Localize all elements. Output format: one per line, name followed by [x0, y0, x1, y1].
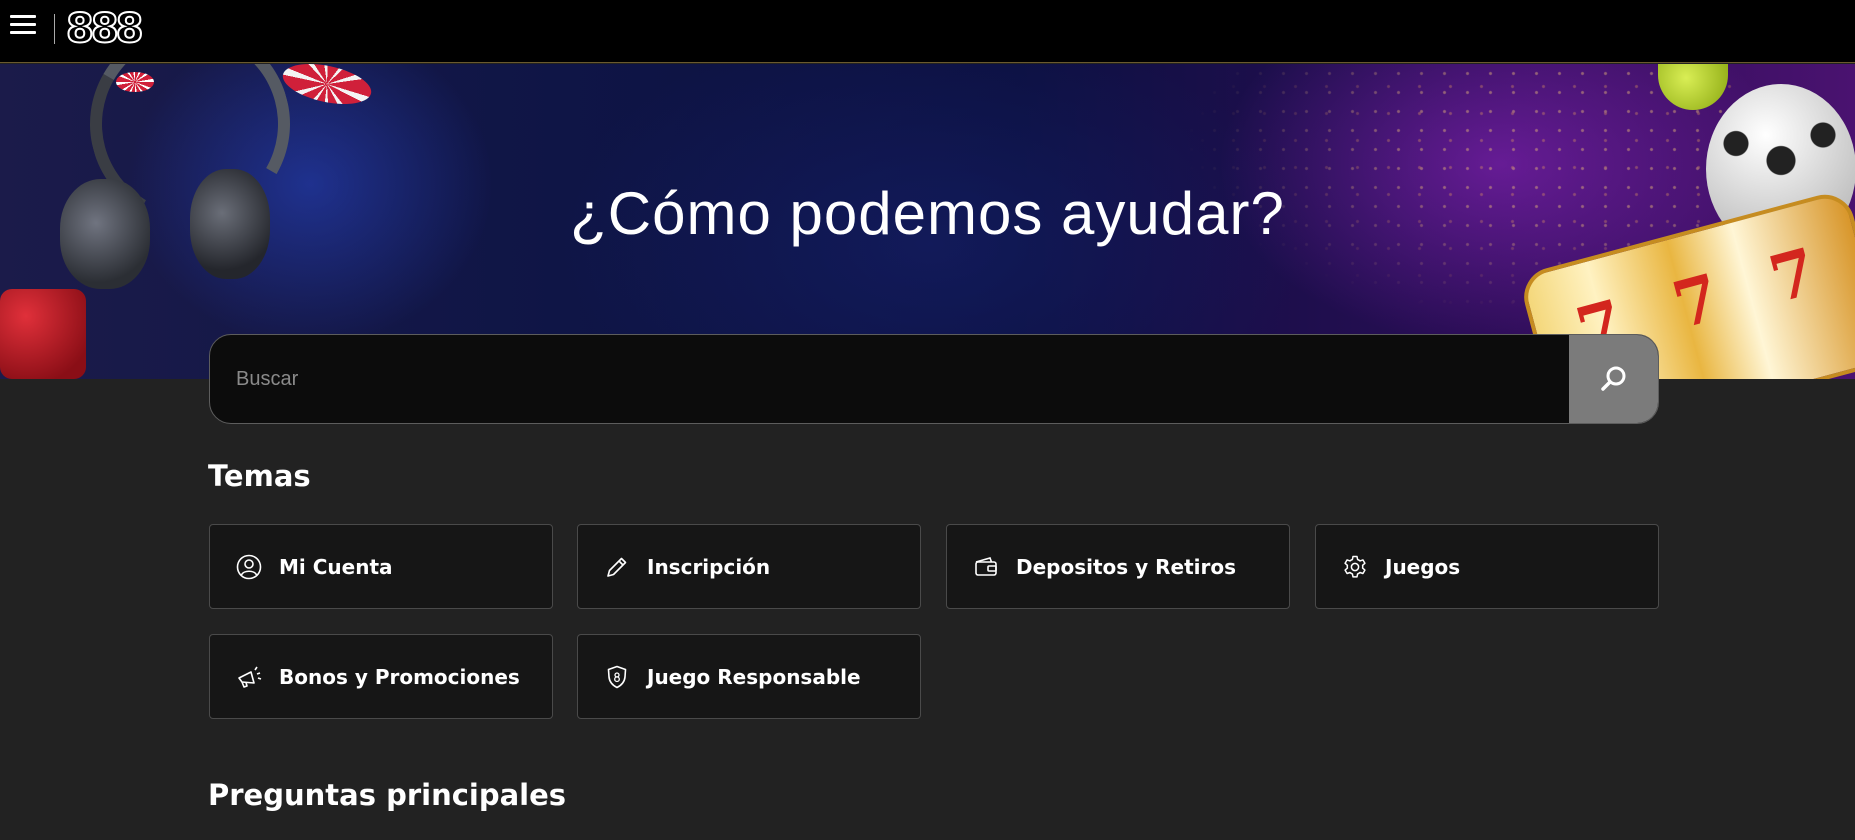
- topic-card-juegos[interactable]: Juegos: [1315, 524, 1659, 609]
- search-icon: [1600, 366, 1625, 391]
- slot-seven-symbol: 7: [1665, 260, 1728, 345]
- wallet-icon: [973, 554, 999, 580]
- casino-chip-decoration: [279, 64, 375, 111]
- search-bar: [209, 334, 1659, 424]
- topic-card-inscripcion[interactable]: Inscripción: [577, 524, 921, 609]
- topic-label: Depositos y Retiros: [1016, 555, 1237, 579]
- user-icon: [236, 554, 262, 580]
- shield-icon: [604, 664, 630, 690]
- hero-title: ¿Cómo podemos ayudar?: [570, 180, 1285, 247]
- topbar-divider: [54, 14, 55, 44]
- topic-card-juego-responsable[interactable]: Juego Responsable: [577, 634, 921, 719]
- menu-line: [10, 15, 36, 18]
- megaphone-icon: [236, 664, 262, 690]
- hamburger-menu-icon[interactable]: [10, 13, 36, 37]
- topic-label: Juegos: [1385, 555, 1461, 579]
- topic-label: Mi Cuenta: [279, 555, 393, 579]
- gear-icon: [1342, 554, 1368, 580]
- pencil-icon: [604, 554, 630, 580]
- topic-card-bonos-y-promociones[interactable]: Bonos y Promociones: [209, 634, 553, 719]
- search-input[interactable]: [210, 335, 1570, 423]
- topic-label: Inscripción: [647, 555, 771, 579]
- topic-card-mi-cuenta[interactable]: Mi Cuenta: [209, 524, 553, 609]
- menu-line: [10, 23, 36, 26]
- casino-chip-decoration: [116, 72, 154, 92]
- topic-label: Juego Responsable: [647, 665, 861, 689]
- faq-heading: Preguntas principales: [208, 778, 567, 812]
- search-button[interactable]: [1569, 335, 1658, 423]
- topic-card-depositos-y-retiros[interactable]: Depositos y Retiros: [946, 524, 1290, 609]
- topic-label: Bonos y Promociones: [279, 665, 520, 689]
- top-navigation-bar: 888: [0, 0, 1855, 63]
- menu-line: [10, 31, 36, 34]
- brand-logo[interactable]: 888: [65, 5, 144, 53]
- hero-banner: 7 7 7 ¿Cómo podemos ayudar?: [0, 64, 1855, 379]
- red-dice-decoration: [0, 289, 86, 379]
- topics-heading: Temas: [208, 459, 311, 493]
